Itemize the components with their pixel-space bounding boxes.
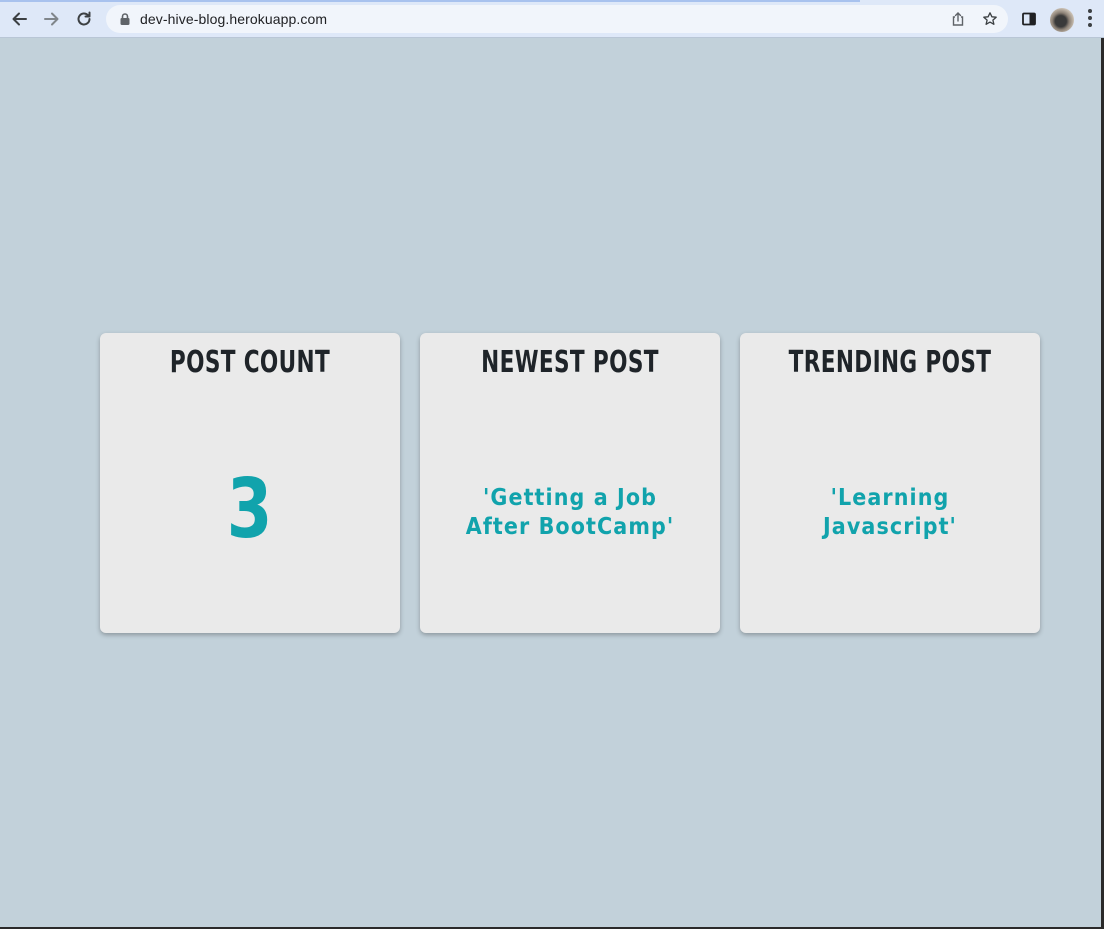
more-menu-icon[interactable] [1086,9,1094,29]
reload-icon[interactable] [71,6,97,32]
forward-arrow-icon[interactable] [39,6,65,32]
trending-post-link[interactable]: 'Learning Javascript' [773,484,1007,542]
share-icon[interactable] [950,11,966,27]
post-count-value: 3 [227,461,273,557]
post-count-body: 3 [120,413,380,613]
trending-post-card: Trending Post 'Learning Javascript' [740,333,1040,633]
newest-post-card: Newest Post 'Getting a Job After BootCam… [420,333,720,633]
newest-post-title: Newest Post [481,345,659,380]
loading-bar [0,0,860,2]
trending-post-title: Trending Post [788,345,992,380]
lock-icon[interactable] [118,12,132,26]
url-text[interactable]: dev-hive-blog.herokuapp.com [140,11,327,27]
address-bar[interactable]: dev-hive-blog.herokuapp.com [106,5,1008,33]
side-panel-icon[interactable] [1016,6,1042,32]
trending-post-body: 'Learning Javascript' [760,413,1020,613]
post-count-title: Post Count [169,345,331,380]
newest-post-link[interactable]: 'Getting a Job After BootCamp' [453,484,687,542]
profile-avatar[interactable] [1050,8,1074,32]
bookmark-star-icon[interactable] [982,11,998,27]
post-count-card: Post Count 3 [100,333,400,633]
browser-toolbar: dev-hive-blog.herokuapp.com [0,0,1104,38]
back-arrow-icon[interactable] [6,6,32,32]
newest-post-body: 'Getting a Job After BootCamp' [440,413,700,613]
